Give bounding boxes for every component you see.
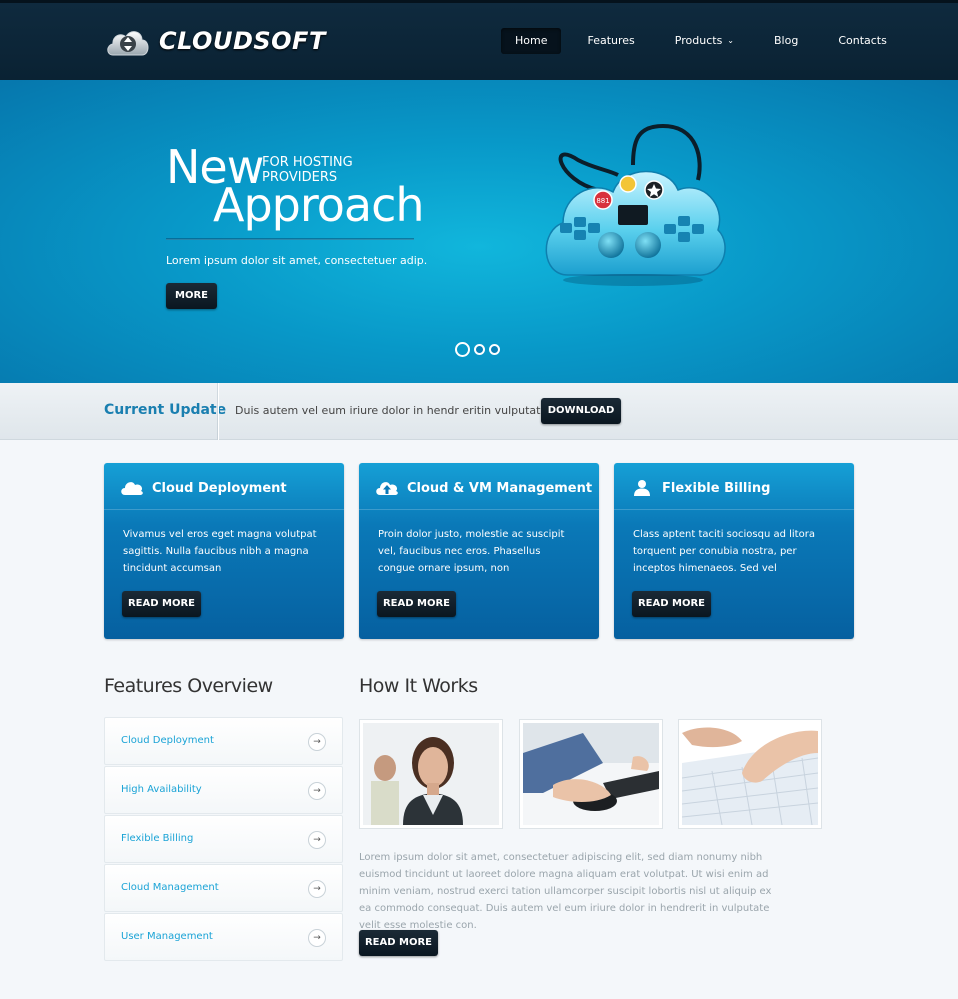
nav-products[interactable]: Products ⌄ xyxy=(661,28,748,54)
brand-name: CLOUDSOFT xyxy=(159,27,326,55)
nav-contacts-label: Contacts xyxy=(838,34,887,47)
update-title: Current Update xyxy=(104,402,227,418)
list-item-label: User Management xyxy=(121,931,213,942)
list-item-label: Cloud Management xyxy=(121,882,219,893)
hero-slider: New FOR HOSTING PROVIDERS Approach Lorem… xyxy=(0,80,958,383)
arrow-right-icon: → xyxy=(308,929,326,947)
feature-box-vm-management: Cloud & VM Management Proin dolor justo,… xyxy=(359,463,599,639)
nav-features[interactable]: Features xyxy=(573,28,648,54)
list-item-label: Cloud Deployment xyxy=(121,735,214,746)
slider-pagination xyxy=(455,342,504,357)
arrow-right-icon: → xyxy=(308,782,326,800)
cloud-logo-icon xyxy=(107,31,149,56)
feature-box-header: Cloud Deployment xyxy=(104,463,344,510)
list-item-label: High Availability xyxy=(121,784,202,795)
list-item-label: Flexible Billing xyxy=(121,833,194,844)
update-bar: Current Update Duis autem vel eum iriure… xyxy=(0,383,958,440)
features-overview-title: Features Overview xyxy=(104,675,273,697)
feature-title: Cloud & VM Management xyxy=(407,481,593,496)
nav-home[interactable]: Home xyxy=(501,28,562,54)
slider-dot-3[interactable] xyxy=(489,344,500,355)
businesswoman-image xyxy=(363,723,499,825)
how-it-works-title: How It Works xyxy=(359,675,478,697)
typing-hands-image xyxy=(681,723,819,826)
feature-box-header: Cloud & VM Management xyxy=(359,463,599,510)
gamepad-cloud-icon: 881 xyxy=(545,123,726,286)
read-more-button[interactable]: READ MORE xyxy=(377,591,456,617)
feature-box-header: Flexible Billing xyxy=(614,463,854,510)
how-read-more-button[interactable]: READ MORE xyxy=(359,930,438,956)
feature-box-cloud-deployment: Cloud Deployment Vivamus vel eros eget m… xyxy=(104,463,344,639)
read-more-button[interactable]: READ MORE xyxy=(632,591,711,617)
nav-blog[interactable]: Blog xyxy=(760,28,812,54)
cloud-icon xyxy=(121,482,143,495)
photo-typing-hands[interactable] xyxy=(678,719,822,829)
list-item[interactable]: Cloud Deployment → xyxy=(104,717,343,765)
feature-text: Class aptent taciti sociosqu ad litora t… xyxy=(633,529,815,574)
hero-heading-approach: Approach xyxy=(213,178,425,232)
feature-box-flexible-billing: Flexible Billing Class aptent taciti soc… xyxy=(614,463,854,639)
nav-products-label: Products xyxy=(674,34,723,47)
update-text: Duis autem vel eum iriure dolor in hendr… xyxy=(235,404,578,417)
feature-title: Flexible Billing xyxy=(662,481,771,496)
site-header: CLOUDSOFT Home Features Products ⌄ Blog C… xyxy=(0,0,958,80)
read-more-button[interactable]: READ MORE xyxy=(122,591,201,617)
nav-features-label: Features xyxy=(587,34,635,47)
list-item[interactable]: User Management → xyxy=(104,913,343,961)
features-overview-list: Cloud Deployment → High Availability → F… xyxy=(104,717,343,962)
hero-description: Lorem ipsum dolor sit amet, consectetuer… xyxy=(166,254,428,267)
nav-contacts[interactable]: Contacts xyxy=(824,28,901,54)
arrow-right-icon: → xyxy=(308,831,326,849)
nav-home-label: Home xyxy=(515,34,548,47)
feature-text: Proin dolor justo, molestie ac suscipit … xyxy=(378,529,565,574)
nav-blog-label: Blog xyxy=(774,34,799,47)
chevron-down-icon: ⌄ xyxy=(727,36,734,45)
feature-title: Cloud Deployment xyxy=(152,481,287,496)
arrow-right-icon: → xyxy=(308,880,326,898)
slider-dot-1[interactable] xyxy=(455,342,470,357)
cloud-upload-icon xyxy=(376,482,398,495)
photo-businesswoman[interactable] xyxy=(359,719,503,829)
how-it-works-text: Lorem ipsum dolor sit amet, consectetuer… xyxy=(359,852,772,931)
main-nav: Home Features Products ⌄ Blog Contacts xyxy=(501,28,913,54)
list-item[interactable]: Cloud Management → xyxy=(104,864,343,912)
photo-mouse-keyboard[interactable] xyxy=(519,719,663,829)
user-icon xyxy=(634,480,650,496)
logo[interactable]: CLOUDSOFT xyxy=(105,23,326,59)
mouse-keyboard-image xyxy=(523,723,659,825)
list-item[interactable]: High Availability → xyxy=(104,766,343,814)
gamepad-label: 881 xyxy=(596,197,609,205)
arrow-right-icon: → xyxy=(308,733,326,751)
download-button[interactable]: DOWNLOAD xyxy=(541,398,621,424)
update-divider xyxy=(217,383,219,440)
list-item[interactable]: Flexible Billing → xyxy=(104,815,343,863)
slider-dot-2[interactable] xyxy=(474,344,485,355)
feature-text: Vivamus vel eros eget magna volutpat sag… xyxy=(123,529,317,574)
hero-divider xyxy=(166,238,414,240)
hero-more-button[interactable]: MORE xyxy=(166,283,217,309)
